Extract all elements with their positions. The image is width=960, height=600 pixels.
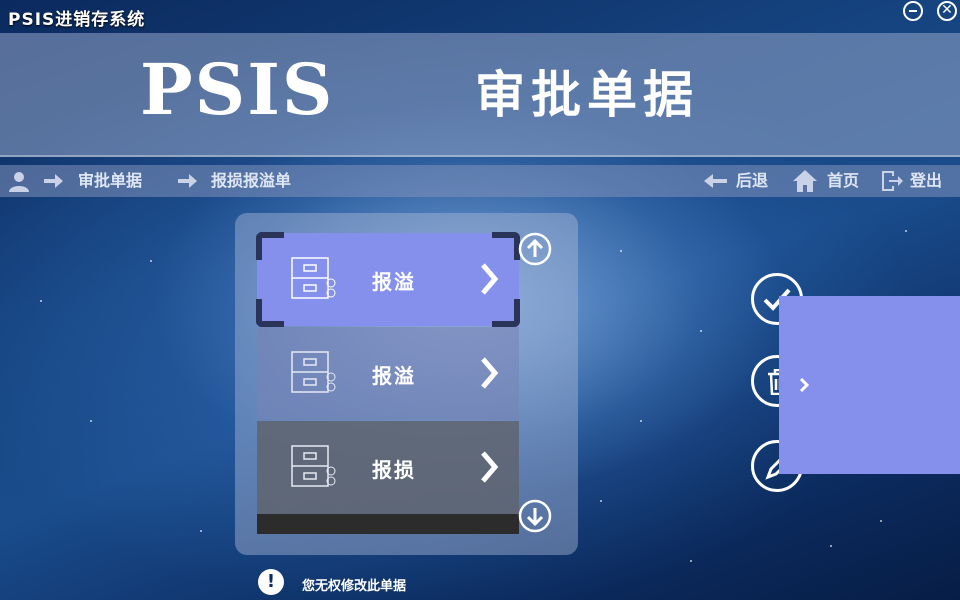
breadcrumb: 审批单据 报损报溢单 后退 首页 登出 (0, 165, 960, 197)
breadcrumb-item-loss-overflow: 报损报溢单 (211, 171, 292, 190)
list-item-label: 报溢 (372, 364, 416, 388)
selection-corner (492, 299, 520, 327)
detail-side-panel[interactable] (779, 296, 960, 474)
list-item[interactable]: 报损 (257, 421, 519, 514)
selection-corner (256, 232, 284, 260)
arrow-left-icon[interactable] (703, 173, 727, 189)
logo: PSIS (140, 48, 335, 131)
arrow-down-circle-icon[interactable] (518, 499, 552, 533)
arrow-up-circle-icon[interactable] (518, 232, 552, 266)
user-icon (9, 172, 29, 192)
arrow-right-icon (44, 174, 63, 188)
minimize-button[interactable] (903, 1, 923, 21)
logout-button[interactable]: 登出 (910, 171, 942, 191)
list-item[interactable]: 报溢 (256, 232, 520, 327)
back-button[interactable]: 后退 (736, 171, 768, 191)
app-title: PSIS进销存系统 (8, 10, 146, 30)
list-item-label: 报损 (372, 458, 416, 482)
chevron-right-icon (481, 451, 499, 483)
close-button[interactable]: ✕ (937, 1, 957, 21)
chevron-right-icon (481, 357, 499, 389)
header-banner: PSIS 审批单据 (0, 33, 960, 157)
chevron-right-icon (481, 263, 499, 295)
file-cabinet-icon (291, 257, 336, 299)
window-titlebar: PSIS进销存系统 ✕ (0, 0, 960, 32)
breadcrumb-item-approval[interactable]: 审批单据 (78, 171, 142, 191)
file-cabinet-icon (291, 351, 336, 393)
exclamation-icon: ! (258, 569, 284, 595)
home-icon[interactable] (792, 169, 818, 193)
page-title: 审批单据 (475, 66, 699, 124)
arrow-right-icon (178, 174, 197, 188)
chevron-right-icon[interactable] (799, 377, 809, 393)
list-item[interactable]: 报溢 (257, 327, 519, 420)
list-item-label: 报溢 (372, 270, 416, 294)
logout-icon[interactable] (880, 169, 904, 193)
selection-corner (492, 232, 520, 260)
home-button[interactable]: 首页 (827, 171, 859, 191)
selection-corner (256, 299, 284, 327)
warning-text: 您无权修改此单据 (302, 579, 407, 594)
list-footer (257, 514, 519, 534)
file-cabinet-icon (291, 445, 336, 487)
